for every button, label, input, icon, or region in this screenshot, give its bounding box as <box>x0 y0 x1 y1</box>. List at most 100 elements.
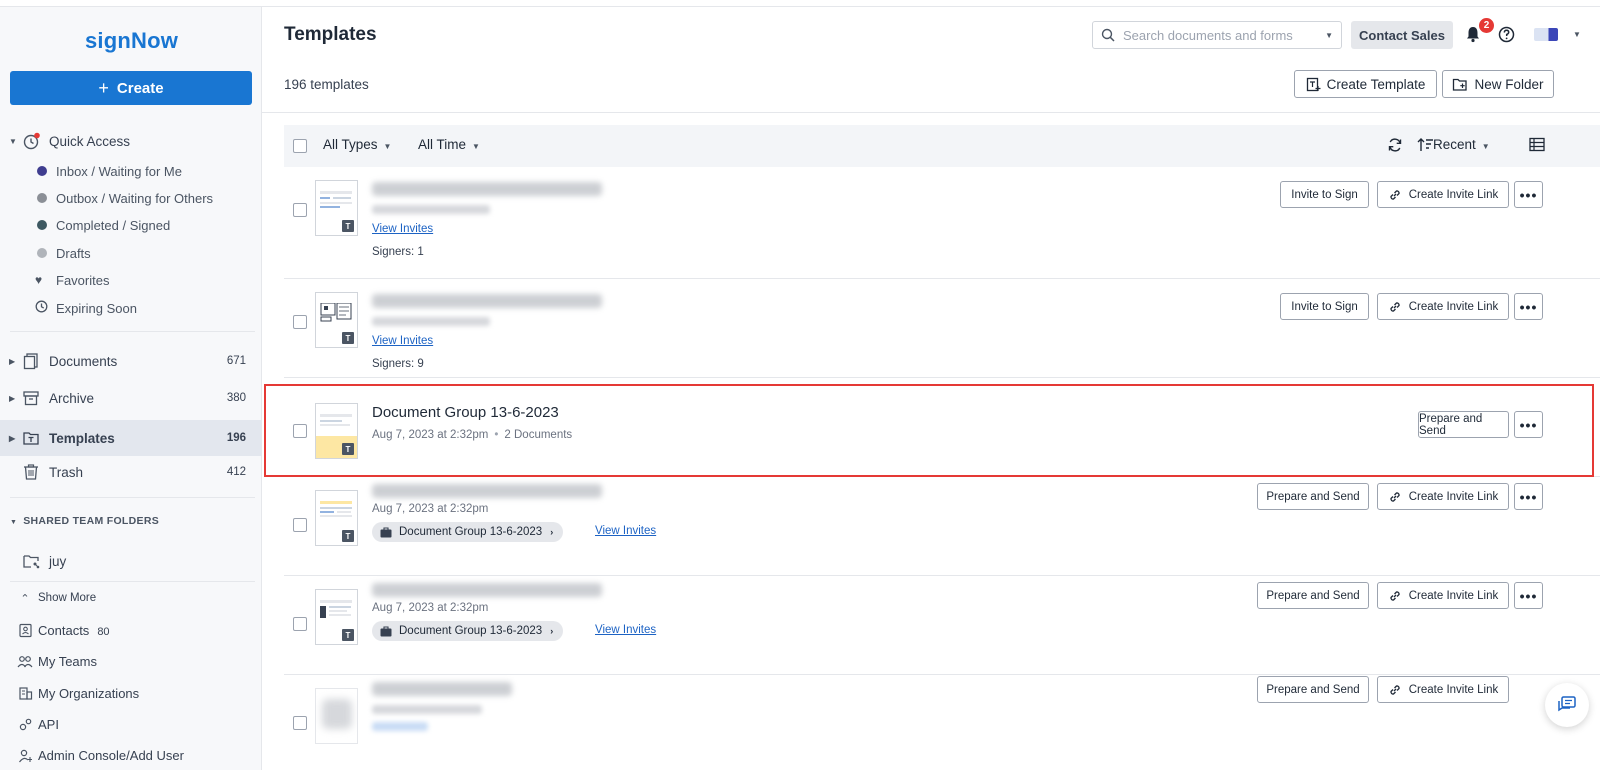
document-group-title[interactable]: Document Group 13-6-2023 <box>372 404 559 421</box>
sidebar-item-documents[interactable]: ▶ Documents 671 <box>0 346 262 376</box>
caret-down-icon[interactable]: ▼ <box>1573 30 1581 39</box>
document-date: Aug 7, 2023 at 2:32pm <box>372 429 489 441</box>
sidebar-item-label: Drafts <box>56 245 91 261</box>
create-invite-link-button[interactable]: Create Invite Link <box>1377 582 1509 609</box>
caret-right-icon: ▶ <box>9 393 16 403</box>
sidebar-item-juy[interactable]: juy <box>0 546 262 576</box>
redacted-title <box>372 484 602 498</box>
prepare-and-send-button[interactable]: Prepare and Send <box>1257 582 1369 609</box>
view-invites-link[interactable]: View Invites <box>372 335 433 347</box>
more-options-button[interactable]: ••• <box>1514 181 1543 208</box>
quick-access[interactable]: ▼ Quick Access <box>0 126 262 156</box>
sort-direction-icon[interactable] <box>1417 137 1434 153</box>
shared-team-folders-header[interactable]: ▼ SHARED TEAM FOLDERS <box>10 515 159 527</box>
sidebar-item-my-teams[interactable]: My Teams <box>0 647 262 675</box>
row-checkbox[interactable] <box>293 315 307 329</box>
create-invite-link-button[interactable]: Create Invite Link <box>1377 293 1509 320</box>
caret-down-icon[interactable]: ▼ <box>1325 31 1333 40</box>
sidebar-item-api[interactable]: API <box>0 710 262 738</box>
row-checkbox[interactable] <box>293 518 307 532</box>
document-group-chip[interactable]: Document Group 13-6-2023 › <box>372 621 564 641</box>
sidebar-item-templates[interactable]: ▶ Templates 196 <box>0 420 262 456</box>
sort-dropdown[interactable]: Recent ▼ <box>1433 137 1490 152</box>
prepare-and-send-button[interactable]: Prepare and Send <box>1257 483 1369 510</box>
divider <box>10 331 255 332</box>
document-thumbnail[interactable]: T <box>315 589 358 645</box>
sidebar-item-label: Documents <box>49 353 118 369</box>
sidebar-item-expiring[interactable]: Expiring Soon <box>0 295 262 321</box>
quick-access-label: Quick Access <box>49 133 131 149</box>
list-view-icon[interactable] <box>1529 137 1545 152</box>
sidebar-item-outbox[interactable]: Outbox / Waiting for Others <box>0 185 262 211</box>
redacted-title <box>372 294 602 308</box>
prepare-and-send-button[interactable]: Prepare and Send <box>1257 676 1369 703</box>
sidebar-item-completed[interactable]: Completed / Signed <box>0 212 262 238</box>
sidebar-item-label: Inbox / Waiting for Me <box>56 163 182 179</box>
more-options-button[interactable]: ••• <box>1514 411 1543 438</box>
sidebar-item-label: API <box>38 716 59 732</box>
top-border <box>0 0 1600 7</box>
all-types-dropdown[interactable]: All Types ▼ <box>323 137 391 152</box>
search-input[interactable]: Search documents and forms ▼ <box>1092 21 1342 49</box>
view-invites-link[interactable]: View Invites <box>372 223 433 235</box>
row-checkbox[interactable] <box>293 617 307 631</box>
table-row[interactable]: T View Invites Signers: 1 Invite to Sign… <box>284 167 1600 279</box>
create-template-icon <box>1306 77 1321 92</box>
create-button[interactable]: + Create <box>10 71 252 105</box>
sidebar-item-trash[interactable]: Trash 412 <box>0 457 262 487</box>
sidebar-item-drafts[interactable]: Drafts <box>0 240 262 266</box>
document-group-thumbnail[interactable]: T <box>315 403 358 459</box>
caret-down-icon: ▼ <box>10 519 18 526</box>
avatar[interactable] <box>1534 28 1558 41</box>
sidebar-item-contacts[interactable]: Contacts 80 <box>0 616 262 644</box>
sidebar-item-admin-console[interactable]: Admin Console/Add User <box>0 741 262 769</box>
row-checkbox[interactable] <box>293 716 307 730</box>
table-row[interactable]: T Aug 7, 2023 at 2:32pm Document Group 1… <box>284 477 1600 576</box>
sidebar-item-archive[interactable]: ▶ Archive 380 <box>0 383 262 413</box>
new-folder-button[interactable]: New Folder <box>1442 70 1554 98</box>
create-invite-link-button[interactable]: Create Invite Link <box>1377 676 1509 703</box>
invite-to-sign-button[interactable]: Invite to Sign <box>1280 293 1369 320</box>
table-row-document-group[interactable]: T Document Group 13-6-2023 Aug 7, 2023 a… <box>284 386 1600 476</box>
sidebar-item-favorites[interactable]: ♥ Favorites <box>0 267 262 293</box>
template-badge: T <box>342 332 354 344</box>
contact-sales-button[interactable]: Contact Sales <box>1351 21 1453 49</box>
chat-support-button[interactable] <box>1545 683 1589 727</box>
row-checkbox[interactable] <box>293 203 307 217</box>
sidebar-item-label: Outbox / Waiting for Others <box>56 190 214 206</box>
all-time-dropdown[interactable]: All Time ▼ <box>418 137 480 152</box>
create-template-button[interactable]: Create Template <box>1294 70 1437 98</box>
create-invite-link-button[interactable]: Create Invite Link <box>1377 181 1509 208</box>
signnow-logo[interactable]: signNow <box>85 28 178 54</box>
select-all-checkbox[interactable] <box>293 139 307 153</box>
view-invites-link[interactable]: View Invites <box>595 525 656 537</box>
table-row[interactable]: Prepare and Send Create Invite Link <box>284 675 1600 770</box>
create-invite-link-button[interactable]: Create Invite Link <box>1377 483 1509 510</box>
redacted-title <box>372 583 602 597</box>
view-invites-link[interactable]: View Invites <box>595 624 656 636</box>
document-group-chip[interactable]: Document Group 13-6-2023 › <box>372 522 564 542</box>
bell-icon[interactable] <box>1465 25 1481 48</box>
table-row[interactable]: T View Invites Signers: 9 Invite to Sign… <box>284 279 1600 378</box>
sidebar-item-count: 196 <box>226 432 246 444</box>
document-thumbnail[interactable] <box>315 688 358 744</box>
more-options-button[interactable]: ••• <box>1514 582 1543 609</box>
sidebar-item-label: Templates <box>49 430 115 446</box>
group-label: Document Group 13-6-2023 <box>399 526 543 538</box>
sidebar-item-inbox[interactable]: Inbox / Waiting for Me <box>0 158 262 184</box>
help-icon[interactable] <box>1498 26 1515 48</box>
create-invite-link-label: Create Invite Link <box>1408 490 1499 503</box>
prepare-and-send-button[interactable]: Prepare and Send <box>1418 411 1509 438</box>
show-more-toggle[interactable]: ⌃ Show More <box>0 584 262 612</box>
document-thumbnail[interactable]: T <box>315 490 358 546</box>
more-options-button[interactable]: ••• <box>1514 293 1543 320</box>
document-thumbnail[interactable]: T <box>315 180 358 236</box>
refresh-icon[interactable] <box>1387 137 1403 153</box>
row-checkbox[interactable] <box>293 424 307 438</box>
table-row[interactable]: T Aug 7, 2023 at 2:32pm Document Group 1… <box>284 576 1600 675</box>
more-options-button[interactable]: ••• <box>1514 483 1543 510</box>
document-thumbnail[interactable]: T <box>315 292 358 348</box>
invite-to-sign-button[interactable]: Invite to Sign <box>1280 181 1369 208</box>
sidebar-item-organizations[interactable]: My Organizations <box>0 679 262 707</box>
divider <box>10 581 255 582</box>
